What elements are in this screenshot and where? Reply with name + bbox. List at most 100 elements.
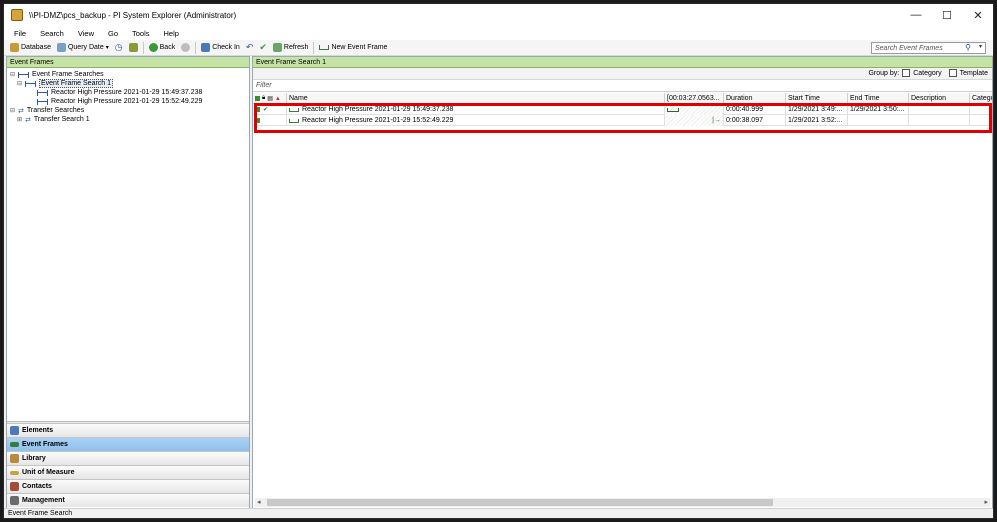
refresh-button[interactable]: Refresh [270,41,312,55]
column-header-category[interactable]: Catego [970,93,992,104]
nav-management[interactable]: Management [7,493,249,507]
event-frame-grid: 🔒︎ ▤ ▲ Name [00:03:27.0563... Duration S… [253,93,992,126]
row-category [970,115,992,126]
tree-item-transfer-searches[interactable]: ⊟ ⇄ Transfer Searches [10,106,84,115]
checkmark-icon: ✔ [259,42,267,52]
chevron-down-icon[interactable]: ▾ [979,43,982,50]
window-title: \\PI-DMZ\pcs_backup - PI System Explorer… [29,10,237,20]
acknowledged-icon: ✔ [263,107,269,113]
menu-go[interactable]: Go [108,29,118,38]
nav-library[interactable]: Library [7,451,249,465]
minimize-button[interactable]: — [901,4,931,26]
tree-item-event-frame-searches[interactable]: ⊟ Event Frame Searches [10,70,104,79]
management-icon [10,496,19,505]
row-start-time: 1/29/2021 3:49:... [786,104,848,115]
grid-header: 🔒︎ ▤ ▲ Name [00:03:27.0563... Duration S… [253,93,992,104]
select-all-icon[interactable] [255,96,260,101]
menu-help[interactable]: Help [164,29,179,38]
search-icon[interactable]: ⚲ [965,43,971,52]
table-row[interactable]: ✔ Reactor High Pressure 2021-01-29 15:49… [253,104,992,115]
row-name: Reactor High Pressure 2021-01-29 15:52:4… [302,117,454,124]
back-button[interactable]: Back [146,41,179,55]
nav-unit-of-measure[interactable]: Unit of Measure [7,465,249,479]
forward-button[interactable] [178,41,193,55]
nav-contacts[interactable]: Contacts [7,479,249,493]
check-in-button[interactable]: Check In [198,41,243,55]
filter-input[interactable]: Filter [253,80,992,92]
template-label: Template [959,69,988,77]
row-select-icon[interactable] [255,107,260,112]
new-event-frame-button[interactable]: New Event Frame [316,41,390,55]
tree-item-event-frame-search-1[interactable]: ⊟ Event Frame Search 1 [17,79,114,88]
category-label: Category [913,69,942,77]
nav-event-frames[interactable]: Event Frames [7,437,249,451]
toolbar-separator [313,41,315,54]
attribute-icon [128,43,138,52]
transfer-icon: ⇄ [18,107,24,115]
row-category [970,104,992,115]
undo-checkout-button[interactable]: ↶ [243,41,257,55]
event-frame-icon [37,98,48,105]
toolbar-separator [142,41,144,54]
row-start-time: 1/29/2021 3:52:... [786,115,848,126]
tree-item-event-frame[interactable]: Reactor High Pressure 2021-01-29 15:49:3… [37,88,202,97]
timeline-cell: |→ [665,115,724,126]
column-header-start-time[interactable]: Start Time [786,93,848,104]
collapse-icon[interactable]: ⊟ [10,107,16,114]
menu-tools[interactable]: Tools [132,29,150,38]
database-button[interactable]: Database [7,41,54,55]
timeline-arrow-icon: |→ [712,117,721,124]
pi-system-explorer-icon [11,9,23,21]
tree-item-event-frame[interactable]: Reactor High Pressure 2021-01-29 15:52:4… [37,97,202,106]
row-select-icon[interactable] [255,118,260,123]
library-icon [10,454,19,463]
search-event-frames-input[interactable]: Search Event Frames ⚲ ▾ [871,42,986,54]
column-header-timeline[interactable]: [00:03:27.0563... [665,93,724,104]
column-header-duration[interactable]: Duration [724,93,786,104]
table-row[interactable]: Reactor High Pressure 2021-01-29 15:52:4… [253,115,992,126]
check-in-icon [201,43,211,52]
attribute-button[interactable] [126,41,141,55]
expand-icon[interactable]: ⊞ [17,116,23,123]
clock-button[interactable]: ◷ [112,41,126,55]
checkmark-button[interactable]: ✔ [256,41,270,55]
row-description [909,115,970,126]
row-duration: 0:00:38.097 [724,115,786,126]
chevron-down-icon: ▾ [105,45,109,51]
undo-icon: ↶ [245,42,254,52]
scroll-right-icon[interactable]: ▸ [984,498,988,506]
maximize-button[interactable]: ☐ [932,4,962,26]
column-header-end-time[interactable]: End Time [848,93,909,104]
collapse-icon[interactable]: ⊟ [17,80,23,87]
menu-bar: File Search View Go Tools Help [4,26,993,40]
collapse-icon[interactable]: ⊟ [10,71,16,78]
menu-view[interactable]: View [78,29,94,38]
row-description [909,104,970,115]
horizontal-scrollbar[interactable]: ◂ ▸ [255,498,990,507]
calendar-icon [56,43,66,52]
menu-file[interactable]: File [14,29,26,38]
menu-search[interactable]: Search [40,29,64,38]
contacts-icon [10,482,19,491]
event-frame-icon [25,80,36,87]
close-button[interactable]: ✕ [963,4,993,26]
title-bar: \\PI-DMZ\pcs_backup - PI System Explorer… [4,4,993,26]
forward-arrow-icon [181,43,191,52]
row-end-time [848,115,909,126]
query-date-button[interactable]: Query Date ▾ [54,41,112,55]
scrollbar-thumb[interactable] [267,499,773,506]
group-by-label: Group by: [868,69,900,77]
scroll-left-icon[interactable]: ◂ [257,498,261,506]
nav-elements[interactable]: Elements [7,423,249,437]
column-header-name[interactable]: Name [287,93,665,104]
toolbar: Database Query Date ▾ ◷ Back Check In ↶ [4,40,993,56]
annotation-icon: ▤ [267,96,273,102]
column-header-description[interactable]: Description [909,93,970,104]
row-end-time: 1/29/2021 3:50:... [848,104,909,115]
right-pane: Event Frame Search 1 Group by: Category … [252,56,993,510]
template-checkbox[interactable] [948,69,957,77]
transfer-icon: ⇄ [25,116,31,124]
tree-item-transfer-search-1[interactable]: ⊞ ⇄ Transfer Search 1 [17,115,90,124]
status-bar: Event Frame Search [4,508,993,518]
category-checkbox[interactable] [902,69,911,77]
